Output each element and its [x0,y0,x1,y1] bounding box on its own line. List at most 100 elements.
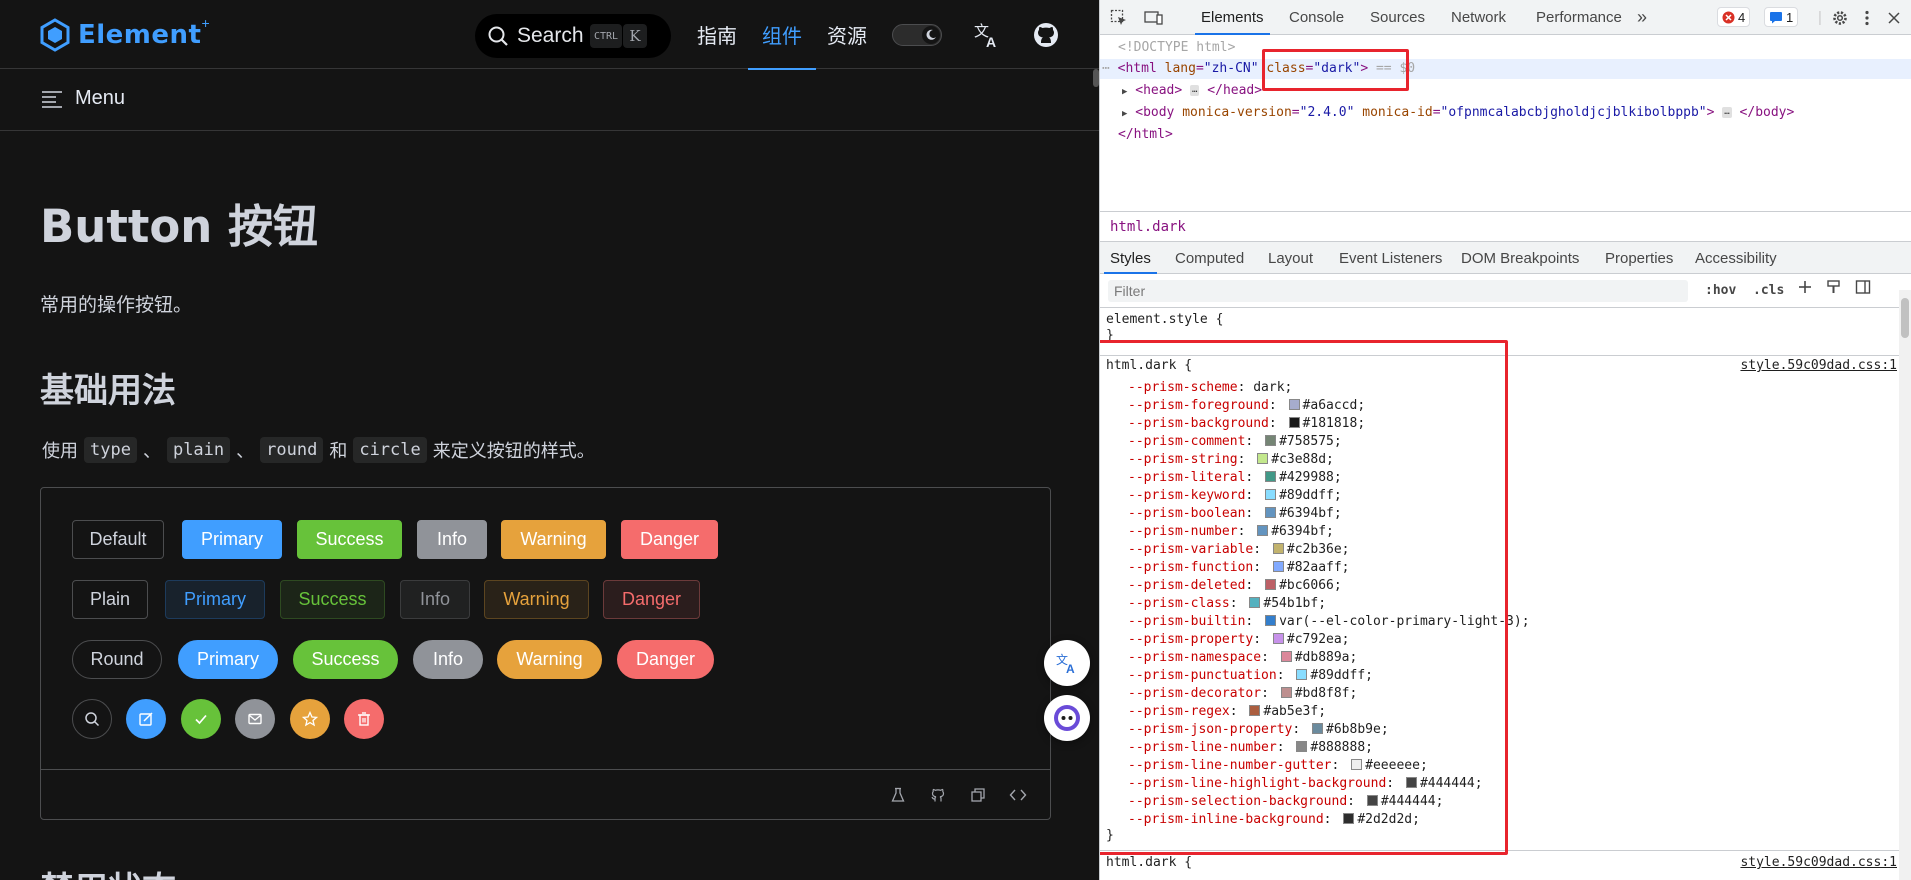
nav-component[interactable]: 组件 [748,0,816,70]
next-rule-source-link[interactable]: style.59c09dad.css:1 [1740,855,1897,870]
lang-attr: lang [1164,61,1196,76]
round-danger-button[interactable]: Danger [617,640,714,679]
menu-label: Menu [75,87,126,109]
tab-event-listeners[interactable]: Event Listeners [1339,242,1442,274]
warning-button[interactable]: Warning [501,520,606,559]
default-button[interactable]: Default [72,520,164,559]
more-tabs-icon[interactable]: » [1637,0,1647,35]
close-devtools-icon[interactable] [1888,0,1900,35]
moon-icon [922,26,940,44]
svg-text:A: A [1066,662,1075,675]
github-icon[interactable] [918,783,958,807]
collapsed-dots[interactable]: … [1722,107,1732,118]
filter-input[interactable]: Filter [1108,280,1688,302]
translate-icon: 文A [1056,652,1075,675]
highlight-html-dark-rule [1100,340,1508,855]
circle-delete-button[interactable] [344,699,384,739]
inspect-element-icon[interactable] [1110,0,1128,35]
device-toolbar-icon[interactable] [1144,0,1164,35]
message-count: 1 [1786,9,1794,25]
danger-button[interactable]: Danger [621,520,718,559]
scrollbar-thumb[interactable] [1901,298,1909,338]
body-attr-id-value: "ofpnmcalabcbjgholdjcjblkibolbppb" [1440,105,1707,120]
assistant-float-button[interactable] [1044,695,1090,741]
more-options-icon[interactable] [1864,0,1870,35]
rule-source-link[interactable]: style.59c09dad.css:1 [1740,358,1897,373]
robot-icon [1054,705,1080,731]
menu-bar[interactable]: Menu [0,69,1099,131]
plain-info-button[interactable]: Info [400,580,470,619]
highlight-class-dark [1262,49,1409,91]
round-button[interactable]: Round [72,640,162,679]
circle-check-button[interactable] [181,699,221,739]
collapsed-dots[interactable]: … [1190,85,1200,96]
tab-console[interactable]: Console [1289,0,1344,35]
code-circle: circle [353,437,427,463]
code-icon[interactable] [998,783,1038,807]
page-title: Button 按钮 [40,200,318,253]
tab-performance[interactable]: Performance [1536,0,1622,35]
plain-button[interactable]: Plain [72,580,148,619]
styles-scrollbar[interactable] [1899,290,1911,880]
circle-star-button[interactable] [290,699,330,739]
dom-doctype: <!DOCTYPE html> [1118,40,1236,55]
translate-float-button[interactable]: 文A [1044,640,1090,686]
tab-computed[interactable]: Computed [1175,242,1244,274]
plain-warning-button[interactable]: Warning [484,580,589,619]
paint-brush-icon[interactable] [1826,279,1842,299]
dark-mode-toggle[interactable] [892,24,942,46]
circle-edit-button[interactable] [126,699,166,739]
sidebar-tabs: Styles Computed Layout Event Listeners D… [1100,242,1911,274]
page-description: 常用的操作按钮。 [40,294,193,316]
plain-success-button[interactable]: Success [280,580,385,619]
toggle-sidebar-icon[interactable] [1855,279,1871,299]
element-style-selector[interactable]: element.style { [1106,312,1223,327]
info-button[interactable]: Info [417,520,487,559]
tab-layout[interactable]: Layout [1268,242,1313,274]
tab-properties[interactable]: Properties [1605,242,1673,274]
search-button[interactable]: Search CTRL K [475,14,671,58]
hov-toggle[interactable]: :hov [1705,283,1736,298]
message-badge[interactable]: 1 [1764,7,1799,27]
lang-value: "zh-CN" [1203,61,1259,76]
round-success-button[interactable]: Success [293,640,398,679]
success-button[interactable]: Success [297,520,402,559]
head-tag: <head> [1135,83,1183,98]
new-rule-icon[interactable] [1797,279,1813,299]
settings-gear-icon[interactable] [1831,0,1849,35]
code-type: type [84,437,137,463]
site-logo[interactable]: Element + [38,15,210,55]
tab-elements[interactable]: Elements [1195,0,1270,35]
primary-button[interactable]: Primary [182,520,282,559]
error-badge[interactable]: 4 [1717,7,1751,27]
tab-dom-breakpoints[interactable]: DOM Breakpoints [1461,242,1579,274]
dom-ellipsis: ⋯ [1102,61,1110,76]
tab-accessibility[interactable]: Accessibility [1695,242,1777,274]
usage-sep: 、 [236,441,255,462]
nav-resource[interactable]: 资源 [827,0,867,69]
usage-and: 和 [329,441,348,462]
tab-styles[interactable]: Styles [1104,242,1157,274]
plain-danger-button[interactable]: Danger [603,580,700,619]
body-tag: <body [1135,105,1175,120]
copy-icon[interactable] [958,783,998,807]
round-primary-button[interactable]: Primary [178,640,278,679]
nav-guide[interactable]: 指南 [697,0,737,69]
element-logo-icon [40,18,70,52]
round-warning-button[interactable]: Warning [497,640,602,679]
plain-primary-button[interactable]: Primary [165,580,265,619]
tab-sources[interactable]: Sources [1370,0,1425,35]
dom-head-node[interactable]: ▶ <head> … </head> [1122,83,1262,98]
github-icon[interactable] [1030,19,1062,51]
usage-suffix: 来定义按钮的样式。 [432,441,595,462]
circle-search-button[interactable] [72,699,112,739]
flask-icon[interactable] [878,783,918,807]
circle-message-button[interactable] [235,699,275,739]
next-rule-selector[interactable]: html.dark { [1106,855,1192,870]
tab-network[interactable]: Network [1451,0,1506,35]
round-info-button[interactable]: Info [413,640,483,679]
translate-icon[interactable]: 文A [971,19,1003,51]
breadcrumb-item[interactable]: html.dark [1110,219,1186,235]
cls-toggle[interactable]: .cls [1753,283,1784,298]
dom-body-node[interactable]: ▶ <body monica-version="2.4.0" monica-id… [1122,105,1794,120]
